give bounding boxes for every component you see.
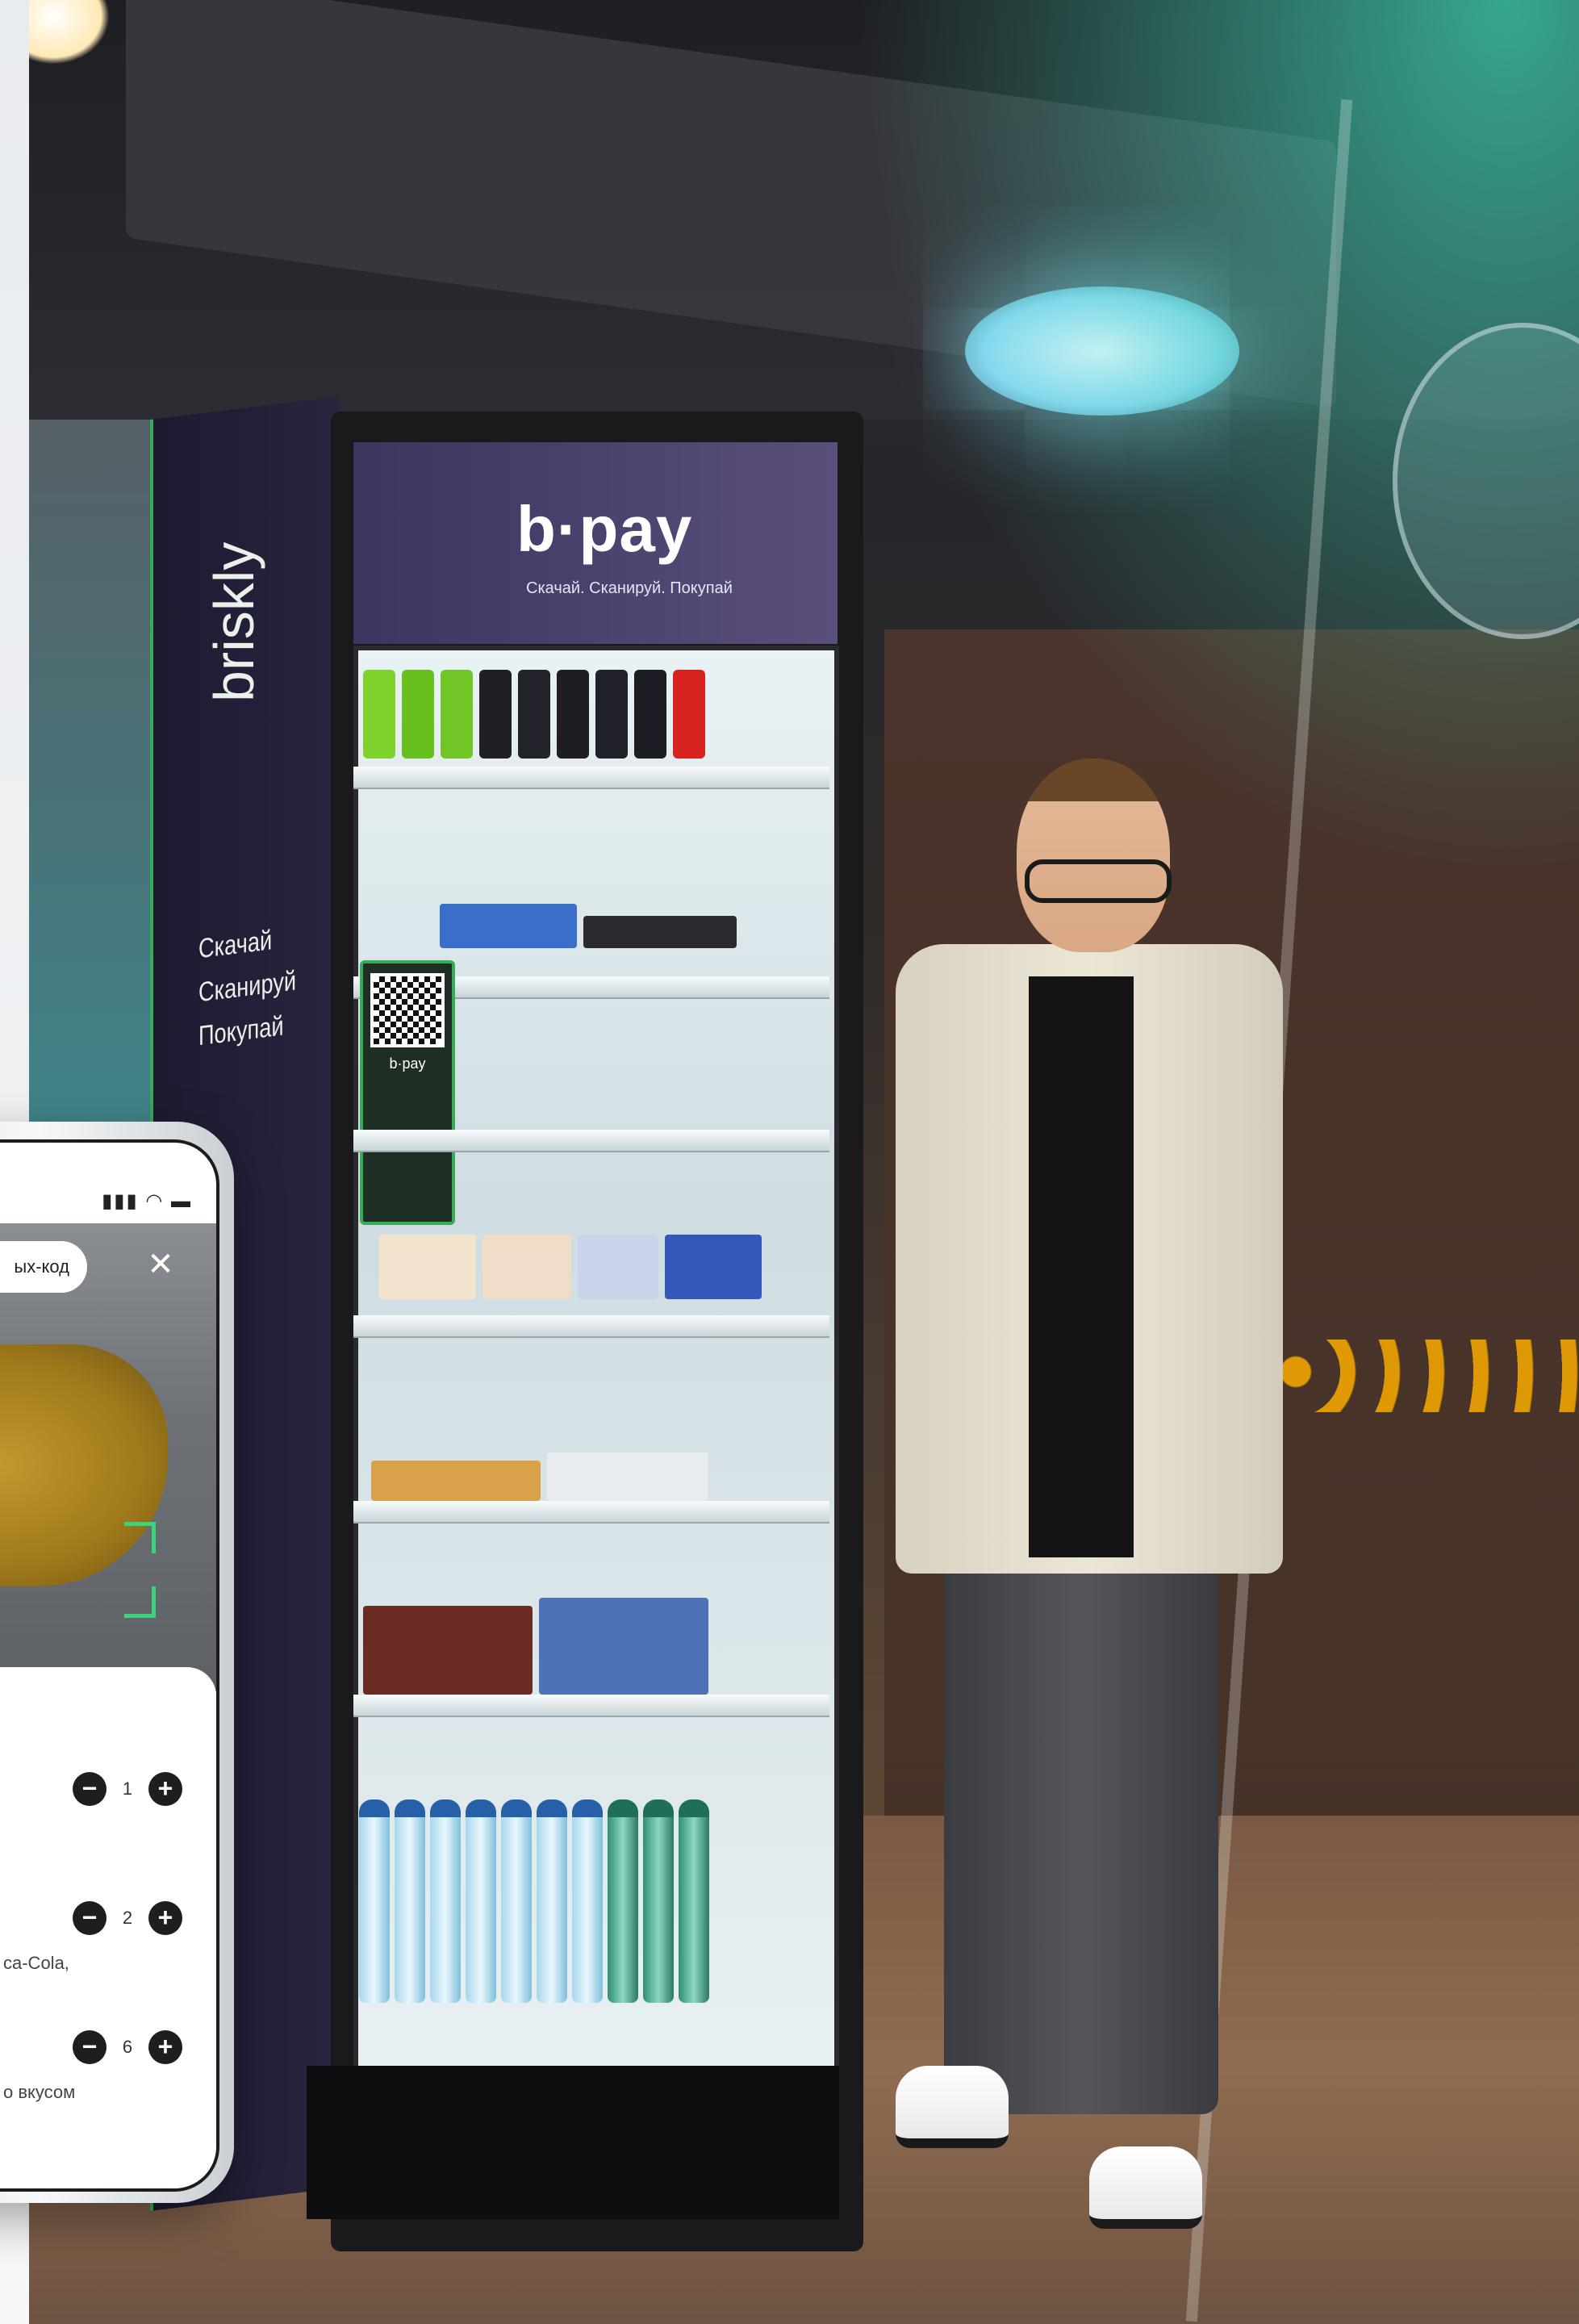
wifi-icon: ◠ — [145, 1190, 165, 1212]
battery-icon: ▬ — [171, 1190, 192, 1212]
product-box — [379, 1235, 476, 1299]
decrease-button[interactable]: − — [73, 1772, 107, 1806]
person — [863, 759, 1315, 2292]
person-shoe — [896, 2066, 1009, 2148]
quantity-value: 6 — [122, 2037, 133, 2057]
water-bottle — [608, 1799, 638, 2003]
fridge-shelf — [353, 1695, 829, 1717]
product-can — [363, 670, 395, 759]
qr-code-card: b·pay — [360, 960, 455, 1225]
product-box — [583, 916, 737, 948]
quantity-value: 2 — [122, 1908, 133, 1928]
product-box — [371, 1461, 541, 1501]
protein-row — [379, 1235, 762, 1299]
cart-item: − 2 + ca-Cola, — [0, 1901, 216, 2022]
cart-sheet: − 1 + − 2 + ca-Cola, − 6 + о вкусом — [0, 1667, 216, 2188]
product-box — [539, 1598, 708, 1695]
product-box — [665, 1235, 762, 1299]
bpay-logo: b·pay — [516, 493, 693, 565]
increase-button[interactable]: + — [148, 1772, 182, 1806]
product-can — [518, 670, 550, 759]
water-bottle — [501, 1799, 532, 2003]
decrease-button[interactable]: − — [73, 1901, 107, 1935]
quantity-stepper: − 1 + — [73, 1772, 182, 1806]
scan-frame-corner — [124, 1522, 156, 1553]
decrease-button[interactable]: − — [73, 2030, 107, 2064]
water-bottle — [430, 1799, 461, 2003]
product-box — [547, 1452, 708, 1501]
product-can — [595, 670, 628, 759]
quantity-value: 1 — [122, 1779, 133, 1799]
scan-frame-corner — [124, 1586, 156, 1618]
qr-code — [370, 973, 445, 1047]
product-box — [482, 1235, 571, 1299]
scanner-camera-view — [0, 1223, 216, 1691]
product-can — [673, 670, 705, 759]
glasses — [1025, 859, 1172, 903]
product-can — [402, 670, 434, 759]
water-bottle — [572, 1799, 603, 2003]
item-description: о вкусом — [3, 2082, 76, 2102]
product-box — [440, 904, 577, 948]
water-bottle — [466, 1799, 496, 2003]
choc-row — [363, 1598, 708, 1695]
phone-screen: ▮▮▮ ◠ ▬ ых-код ✕ − 1 + − 2 + ca-Cola, − … — [0, 1139, 219, 2192]
product-can — [441, 670, 473, 759]
product-box — [363, 1606, 533, 1695]
cart-item: − 6 + о вкусом — [0, 2030, 216, 2151]
cart-item: − 1 + — [0, 1772, 216, 1893]
side-brand: briskly — [203, 541, 265, 702]
water-row — [359, 1799, 709, 2003]
snack-row — [440, 904, 737, 948]
person-tshirt — [1029, 976, 1134, 1557]
water-bottle — [359, 1799, 390, 2003]
person-jeans — [944, 1509, 1218, 2114]
fridge-shelf — [353, 1501, 829, 1524]
person-head — [1017, 759, 1170, 952]
water-bottle — [395, 1799, 425, 2003]
status-bar-icons: ▮▮▮ ◠ ▬ — [102, 1189, 192, 1213]
drinks-row-top — [363, 670, 705, 759]
photo-scene: briskly Скачай Сканируй Покупай b·pay Ск… — [0, 0, 1579, 2324]
scan-code-button[interactable]: ых-код — [0, 1241, 87, 1293]
product-box — [578, 1235, 658, 1299]
quantity-stepper: − 2 + — [73, 1901, 182, 1935]
item-description: ca-Cola, — [3, 1953, 69, 1973]
person-shoe — [1089, 2146, 1202, 2229]
quantity-stepper: − 6 + — [73, 2030, 182, 2064]
bar-row — [371, 1452, 708, 1501]
qr-card-title: b·pay — [389, 1055, 426, 1072]
fridge-base — [307, 2066, 839, 2219]
water-bottle — [679, 1799, 709, 2003]
fridge-shelf — [353, 1130, 829, 1152]
increase-button[interactable]: + — [148, 1901, 182, 1935]
fridge-shelf — [353, 767, 829, 789]
signal-icon: ▮▮▮ — [102, 1190, 139, 1212]
product-can — [634, 670, 666, 759]
product-can — [479, 670, 512, 759]
water-bottle — [643, 1799, 674, 2003]
close-icon[interactable]: ✕ — [139, 1243, 182, 1286]
water-bottle — [537, 1799, 567, 2003]
fridge-tagline: Скачай. Сканируй. Покупай — [526, 579, 733, 597]
glass-decal — [1272, 1340, 1579, 1412]
increase-button[interactable]: + — [148, 2030, 182, 2064]
product-can — [557, 670, 589, 759]
fridge-shelf — [353, 1315, 829, 1338]
side-steps: Скачай Сканируй Покупай — [198, 913, 320, 1059]
